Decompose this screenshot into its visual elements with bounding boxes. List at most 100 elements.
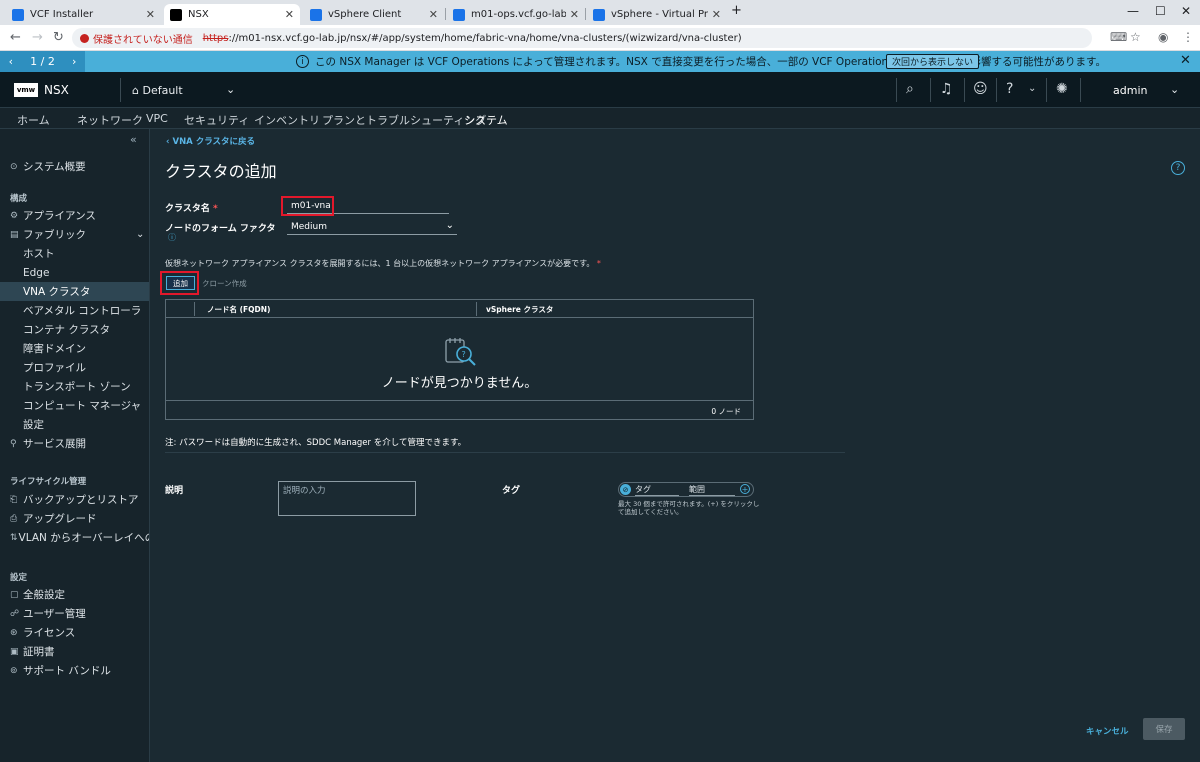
highlight-box: [281, 196, 334, 216]
back-arrow-icon[interactable]: ←: [10, 30, 21, 45]
tag-field[interactable]: タグ: [635, 484, 679, 496]
search-icon[interactable]: ⌕: [906, 81, 914, 97]
security-indicator[interactable]: 保護されていない通信: [80, 31, 193, 46]
sidebar-item-backup[interactable]: ⎗ バックアップとリストア: [0, 490, 149, 509]
banner-text: この NSX Manager は VCF Operations によって管理され…: [315, 56, 1106, 68]
chevron-down-icon[interactable]: ⌄: [226, 83, 235, 96]
sidebar-item-hosts[interactable]: ホスト: [0, 244, 149, 263]
menu-kebab-icon[interactable]: ⋮: [1182, 30, 1194, 44]
clone-button[interactable]: クローン作成: [202, 278, 247, 289]
tab-inventory[interactable]: インベントリ: [254, 112, 320, 128]
tab-title: VCF Installer: [30, 9, 94, 20]
sidebar-item-settings[interactable]: 設定: [0, 415, 149, 434]
sidebar-item-appliances[interactable]: ⚙ アプライアンス: [0, 206, 149, 225]
sidebar-item-license[interactable]: ⊛ ライセンス: [0, 623, 149, 642]
sidebar-item-service-deploy[interactable]: ⚲ サービス展開: [0, 434, 149, 453]
close-icon[interactable]: ✕: [570, 8, 579, 21]
bookmark-star-icon[interactable]: ☆: [1130, 30, 1141, 44]
security-label: 保護されていない通信: [93, 34, 193, 46]
chevron-down-icon[interactable]: ⌄: [1170, 83, 1179, 96]
back-link[interactable]: ‹ VNA クラスタに戻る: [166, 135, 255, 147]
column-separator[interactable]: [476, 302, 477, 316]
sidebar-item-container[interactable]: コンテナ クラスタ: [0, 320, 149, 339]
sidebar-item-vlan-overlay[interactable]: ⇅VLAN からオーバーレイへの...: [0, 528, 149, 547]
column-header-vsphere-cluster[interactable]: vSphere クラスタ: [486, 304, 553, 315]
bell-icon[interactable]: ♫: [940, 81, 953, 97]
column-header-fqdn[interactable]: ノード名 (FQDN): [207, 304, 270, 315]
sidebar-item-overview[interactable]: ⊙ システム概要: [0, 157, 149, 176]
sidebar: « ⊙ システム概要 構成 ⚙ アプライアンス ▤ ファブリック ⌄ ホスト Edge …: [0, 129, 150, 762]
profile-icon[interactable]: ◉: [1158, 30, 1168, 44]
tab-vpc[interactable]: VPC: [146, 112, 168, 125]
tab-security[interactable]: セキュリティ: [184, 112, 249, 128]
sidebar-item-edge[interactable]: Edge: [0, 263, 149, 282]
chevron-down-icon[interactable]: ⌄: [136, 229, 144, 240]
maximize-icon[interactable]: ☐: [1155, 4, 1166, 18]
tab-networking[interactable]: ネットワーク: [77, 112, 143, 128]
close-icon[interactable]: ✕: [712, 8, 721, 21]
sidebar-item-support-bundle[interactable]: ⊚ サポート バンドル: [0, 661, 149, 680]
help-icon[interactable]: ?: [1006, 81, 1013, 97]
sidebar-item-baremetal[interactable]: ベアメタル コントローラ: [0, 301, 149, 320]
browser-tabbar: VCF Installer ✕ NSX ✕ vSphere Client ✕ m…: [0, 0, 1200, 25]
collapse-icon[interactable]: «: [130, 133, 137, 146]
browser-tab-active[interactable]: NSX ✕: [164, 4, 300, 25]
new-tab-button[interactable]: +: [731, 3, 742, 18]
translate-icon[interactable]: ⌨: [1110, 30, 1127, 44]
tab-separator: [585, 8, 586, 20]
dont-show-again-button[interactable]: 次回から表示しない: [886, 54, 980, 69]
sidebar-item-profiles[interactable]: プロファイル: [0, 358, 149, 377]
tag-label: タグ: [502, 486, 521, 496]
browser-tab[interactable]: m01-ops.vcf.go-lab.jp/ui/login. ✕: [447, 4, 585, 25]
section-header: 構成: [10, 194, 28, 204]
close-icon[interactable]: ✕: [429, 8, 438, 21]
close-icon[interactable]: ✕: [146, 8, 155, 21]
user-menu[interactable]: admin: [1113, 84, 1147, 97]
info-icon[interactable]: ⓘ: [168, 232, 176, 243]
divider: [1080, 78, 1081, 102]
browser-tab[interactable]: vSphere - Virtual Private Clouds ✕: [587, 4, 727, 25]
browser-tab[interactable]: vSphere Client ✕: [304, 4, 444, 25]
scope-field[interactable]: 範囲: [689, 484, 735, 496]
url-path: ://m01-nsx.vcf.go-lab.jp/nsx/#/app/syste…: [228, 32, 742, 44]
smiley-icon[interactable]: ☺: [973, 81, 988, 97]
description-input[interactable]: 説明の入力: [278, 481, 416, 516]
divider: [996, 78, 997, 102]
forward-arrow-icon[interactable]: →: [32, 30, 43, 45]
sidebar-item-upgrade[interactable]: ⎙ アップグレード: [0, 509, 149, 528]
vmware-favicon-icon: [12, 8, 24, 21]
minimize-icon[interactable]: —: [1127, 4, 1139, 18]
info-icon: i: [296, 55, 309, 68]
chevron-left-icon[interactable]: ‹: [9, 55, 13, 68]
dashboard-icon: ⊙: [10, 161, 18, 172]
add-tag-icon[interactable]: +: [740, 484, 750, 494]
sidebar-item-general[interactable]: ▢ 全般設定: [0, 585, 149, 604]
sidebar-item-transport-zones[interactable]: トランスポート ゾーン: [0, 377, 149, 396]
form-factor-select[interactable]: Medium ⌄: [287, 220, 457, 235]
project-selector[interactable]: ⌂ Default: [132, 84, 183, 97]
reload-icon[interactable]: ↻: [53, 30, 64, 45]
save-button[interactable]: 保存: [1143, 718, 1185, 740]
sidebar-item-vna-cluster[interactable]: VNA クラスタ: [0, 282, 149, 301]
chevron-right-icon[interactable]: ›: [72, 55, 76, 68]
browser-tab[interactable]: VCF Installer ✕: [6, 4, 161, 25]
sidebar-item-fabric[interactable]: ▤ ファブリック ⌄: [0, 225, 149, 244]
theme-sun-icon[interactable]: ✺: [1056, 81, 1068, 97]
sidebar-item-compute-manager[interactable]: コンピュート マネージャ: [0, 396, 149, 415]
close-icon[interactable]: ✕: [285, 8, 294, 21]
tab-home[interactable]: ホーム: [17, 112, 50, 128]
sidebar-item-users[interactable]: ☍ ユーザー管理: [0, 604, 149, 623]
section-header: 設定: [10, 573, 28, 583]
tab-plan-troubleshoot[interactable]: プランとトラブルシューティング: [322, 112, 486, 128]
highlight-box: [160, 271, 199, 295]
url-input[interactable]: 保護されていない通信 https ://m01-nsx.vcf.go-lab.j…: [72, 28, 1092, 48]
cancel-button[interactable]: キャンセル: [1086, 725, 1129, 737]
sidebar-item-failure-domain[interactable]: 障害ドメイン: [0, 339, 149, 358]
certificate-icon: ▣: [10, 646, 19, 657]
close-icon[interactable]: ✕: [1180, 53, 1191, 68]
chevron-down-icon[interactable]: ⌄: [1028, 83, 1036, 94]
close-window-icon[interactable]: ✕: [1181, 4, 1191, 18]
sidebar-item-certificates[interactable]: ▣ 証明書: [0, 642, 149, 661]
tag-input[interactable]: ⊘ タグ 範囲 +: [618, 482, 754, 497]
help-icon[interactable]: ?: [1171, 161, 1185, 175]
